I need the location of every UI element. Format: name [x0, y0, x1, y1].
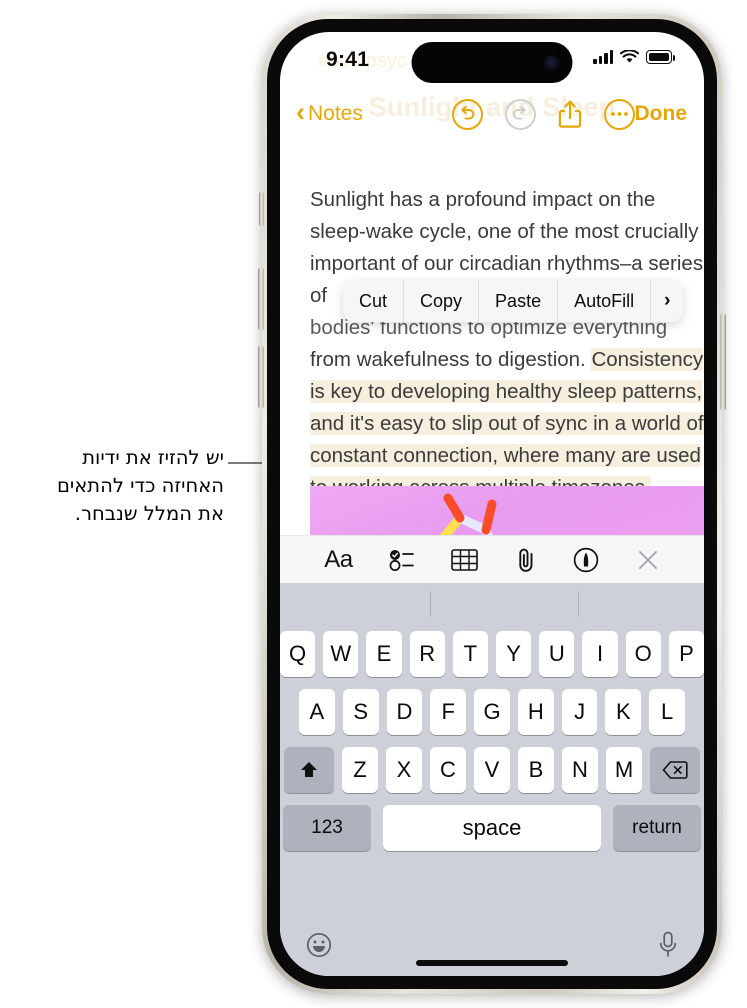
battery-icon — [646, 50, 676, 64]
predictive-divider-2 — [578, 591, 579, 617]
return-key[interactable]: return — [613, 805, 701, 851]
close-icon[interactable] — [636, 548, 660, 572]
key-d[interactable]: D — [386, 689, 423, 735]
key-y[interactable]: Y — [496, 631, 532, 677]
home-indicator[interactable] — [416, 960, 568, 966]
emoji-smiley-icon[interactable] — [306, 932, 332, 963]
key-w[interactable]: W — [323, 631, 359, 677]
table-icon[interactable] — [451, 548, 479, 571]
silent-switch-button[interactable] — [259, 192, 264, 226]
key-s[interactable]: S — [342, 689, 379, 735]
share-icon[interactable] — [558, 99, 582, 129]
key-v[interactable]: V — [474, 747, 510, 793]
note-content-area[interactable]: Sunlight has a profound impact on the sl… — [280, 138, 704, 976]
status-bar: 9:41 — [280, 32, 704, 90]
key-o[interactable]: O — [625, 631, 661, 677]
text-edit-menu: Cut Copy Paste AutoFill › — [343, 280, 684, 322]
annotation-line-2: האחיזה כדי להתאים — [56, 474, 224, 497]
key-h[interactable]: H — [517, 689, 554, 735]
front-camera-icon — [543, 54, 560, 71]
status-bar-time: 9:41 — [326, 48, 370, 71]
back-to-notes-button[interactable]: ‹ Notes — [296, 97, 363, 127]
nav-actions — [451, 98, 635, 130]
key-q[interactable]: Q — [280, 631, 316, 677]
copy-menu-item[interactable]: Copy — [404, 280, 480, 322]
delete-backspace-icon[interactable] — [650, 747, 700, 793]
notes-format-toolbar: Aa — [280, 535, 704, 583]
cellular-bars-icon — [593, 50, 613, 64]
shift-up-arrow-icon[interactable] — [284, 747, 334, 793]
paste-menu-item[interactable]: Paste — [479, 280, 559, 322]
note-hidden-line-2: from wakefulness to digestion. — [310, 348, 592, 371]
key-e[interactable]: E — [366, 631, 402, 677]
side-power-button[interactable] — [720, 314, 726, 410]
software-keyboard: Q W E R T Y U I O P A S D F G H J K L Z … — [280, 583, 704, 976]
space-key[interactable]: space — [383, 805, 601, 851]
markup-pen-icon[interactable] — [573, 547, 599, 573]
note-selection-paragraph: from wakefulness to digestion. Consisten… — [310, 344, 704, 504]
undo-icon[interactable] — [451, 98, 483, 130]
key-z[interactable]: Z — [342, 747, 378, 793]
key-f[interactable]: F — [430, 689, 467, 735]
chevron-left-icon: ‹ — [296, 97, 305, 127]
key-t[interactable]: T — [452, 631, 488, 677]
microphone-icon[interactable] — [658, 931, 678, 964]
key-r[interactable]: R — [409, 631, 445, 677]
checklist-icon[interactable] — [389, 549, 415, 571]
status-bar-indicators — [593, 50, 676, 64]
redo-icon[interactable] — [504, 98, 536, 130]
device-bezel: #sc #psyc 9:41 Sunlight and Sleep ‹ Note… — [267, 19, 717, 989]
key-x[interactable]: X — [386, 747, 422, 793]
iphone-device-frame: #sc #psyc 9:41 Sunlight and Sleep ‹ Note… — [258, 14, 726, 994]
key-b[interactable]: B — [518, 747, 554, 793]
more-menu-item[interactable]: › — [651, 280, 683, 322]
text-format-icon[interactable]: Aa — [324, 546, 353, 574]
annotation-callout: יש להזיז את ידיות האחיזה כדי להתאים את ה… — [8, 444, 224, 528]
predictive-divider-1 — [430, 591, 431, 617]
cut-menu-item[interactable]: Cut — [343, 280, 405, 322]
attachment-paperclip-icon[interactable] — [515, 547, 537, 573]
annotation-line-3: את המלל שנבחר. — [74, 502, 224, 525]
keyboard-row-3: Z X C V B N M — [280, 747, 704, 793]
key-j[interactable]: J — [561, 689, 598, 735]
volume-up-button[interactable] — [258, 268, 264, 330]
key-l[interactable]: L — [649, 689, 686, 735]
keyboard-row-2: A S D F G H J K L — [280, 689, 704, 735]
annotation-line-1: יש להזיז את ידיות — [82, 446, 224, 469]
autofill-menu-item[interactable]: AutoFill — [558, 280, 652, 322]
back-button-label: Notes — [308, 102, 363, 125]
dynamic-island — [411, 42, 573, 83]
done-button[interactable]: Done — [635, 102, 688, 126]
wifi-icon — [620, 50, 639, 63]
ellipsis-icon[interactable] — [603, 98, 635, 130]
key-k[interactable]: K — [605, 689, 642, 735]
key-n[interactable]: N — [562, 747, 598, 793]
key-p[interactable]: P — [668, 631, 704, 677]
notes-nav-bar: ‹ Notes Done — [280, 90, 704, 138]
key-m[interactable]: M — [606, 747, 642, 793]
key-a[interactable]: A — [298, 689, 335, 735]
key-u[interactable]: U — [539, 631, 575, 677]
keyboard-row-1: Q W E R T Y U I O P — [280, 631, 704, 677]
numbers-key[interactable]: 123 — [283, 805, 371, 851]
predictive-text-bar[interactable] — [280, 583, 704, 631]
key-i[interactable]: I — [582, 631, 618, 677]
note-text-block[interactable]: Sunlight has a profound impact on the sl… — [310, 184, 704, 504]
device-screen: #sc #psyc 9:41 Sunlight and Sleep ‹ Note… — [280, 32, 704, 976]
key-g[interactable]: G — [474, 689, 510, 735]
key-c[interactable]: C — [430, 747, 466, 793]
keyboard-row-4: 123 space return — [280, 805, 704, 851]
volume-down-button[interactable] — [258, 346, 264, 408]
screenshot-root: יש להזיז את ידיות האחיזה כדי להתאים את ה… — [0, 0, 747, 1008]
keyboard-bottom-bar — [280, 918, 704, 976]
